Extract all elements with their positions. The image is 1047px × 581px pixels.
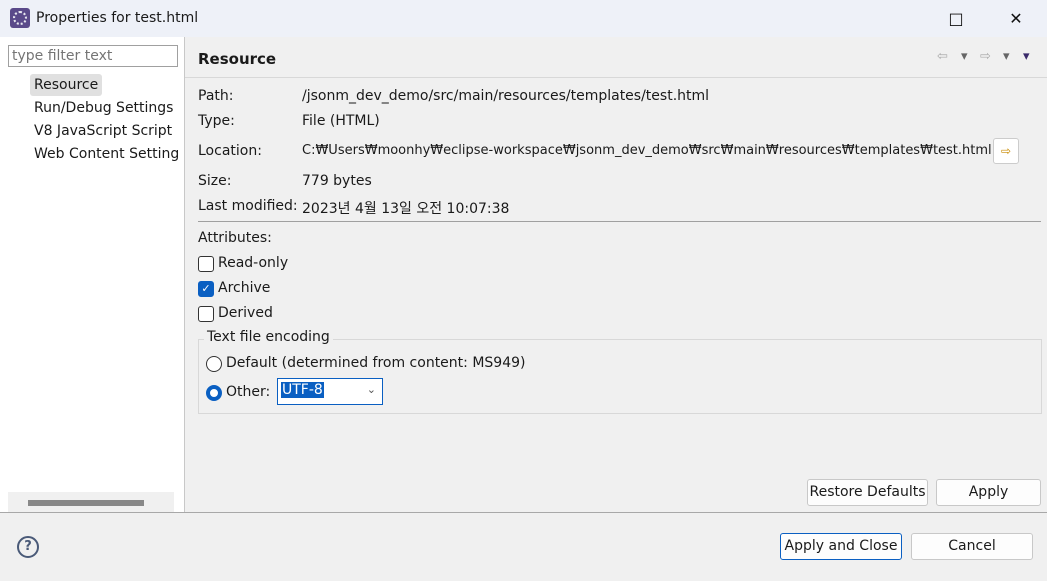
horizontal-scrollbar[interactable] (8, 492, 174, 512)
restore-defaults-button[interactable]: Restore Defaults (807, 479, 928, 506)
forward-menu-icon[interactable]: ▾ (1003, 49, 1010, 64)
window-title: Properties for test.html (36, 10, 199, 26)
back-menu-icon[interactable]: ▾ (961, 49, 968, 64)
forward-icon[interactable]: ⇨ (980, 49, 991, 64)
location-label: Location: (198, 143, 262, 159)
last-modified-label: Last modified: (198, 198, 298, 214)
other-encoding-radio[interactable] (206, 385, 222, 401)
show-in-explorer-button[interactable]: ⇨ (993, 138, 1019, 164)
scrollbar-thumb[interactable] (28, 500, 144, 506)
maximize-icon: □ (948, 9, 964, 28)
cancel-button[interactable]: Cancel (911, 533, 1033, 560)
view-menu-icon[interactable]: ▾ (1023, 49, 1030, 64)
other-encoding-label[interactable]: Other: (226, 384, 270, 400)
properties-page: Resource ⇦ ▾ ⇨ ▾ ▾ Path: /jsonm_dev_demo… (185, 37, 1047, 512)
size-label: Size: (198, 173, 232, 189)
path-label: Path: (198, 88, 234, 104)
close-button[interactable]: ✕ (993, 0, 1039, 37)
encoding-group-title: Text file encoding (204, 329, 333, 345)
archive-checkbox[interactable]: ✓ (198, 281, 214, 297)
type-value: File (HTML) (302, 113, 380, 129)
attributes-label: Attributes: (198, 230, 272, 246)
apply-and-close-button[interactable]: Apply and Close (780, 533, 902, 560)
page-title: Resource (198, 50, 277, 68)
derived-label[interactable]: Derived (218, 305, 273, 321)
location-value: C:₩Users₩moonhy₩eclipse-workspace₩jsonm_… (302, 143, 992, 158)
eclipse-app-icon (10, 8, 30, 28)
read-only-checkbox[interactable] (198, 256, 214, 272)
sidebar-item-v8-javascript[interactable]: V8 JavaScript Script (30, 120, 176, 142)
chevron-down-icon[interactable]: ⌄ (367, 383, 376, 396)
divider (185, 77, 1047, 78)
type-label: Type: (198, 113, 235, 129)
default-encoding-radio[interactable] (206, 356, 222, 372)
sidebar-item-web-content[interactable]: Web Content Settings (30, 143, 178, 165)
open-location-icon: ⇨ (1000, 144, 1012, 158)
filter-input[interactable] (8, 45, 178, 67)
encoding-value[interactable]: UTF-8 (281, 382, 324, 398)
sidebar: Resource Run/Debug Settings V8 JavaScrip… (0, 37, 185, 512)
close-icon: ✕ (1009, 9, 1023, 28)
sidebar-item-run-debug[interactable]: Run/Debug Settings (30, 97, 177, 119)
default-encoding-label[interactable]: Default (determined from content: MS949) (226, 355, 525, 371)
archive-label[interactable]: Archive (218, 280, 270, 296)
divider (198, 221, 1041, 222)
read-only-label[interactable]: Read-only (218, 255, 288, 271)
size-value: 779 bytes (302, 173, 372, 189)
help-icon[interactable]: ? (17, 536, 39, 558)
title-bar: Properties for test.html □ ✕ (0, 0, 1047, 37)
maximize-button[interactable]: □ (933, 0, 979, 37)
checkmark-icon: ✓ (201, 282, 211, 295)
sidebar-item-resource[interactable]: Resource (30, 74, 103, 96)
divider (0, 512, 1047, 513)
encoding-combo[interactable]: UTF-8 ⌄ (277, 378, 383, 405)
derived-checkbox[interactable] (198, 306, 214, 322)
apply-button[interactable]: Apply (936, 479, 1041, 506)
back-icon[interactable]: ⇦ (937, 49, 948, 64)
path-value: /jsonm_dev_demo/src/main/resources/templ… (302, 88, 710, 104)
last-modified-value: 2023년 4월 13일 오전 10:07:38 (302, 201, 510, 217)
